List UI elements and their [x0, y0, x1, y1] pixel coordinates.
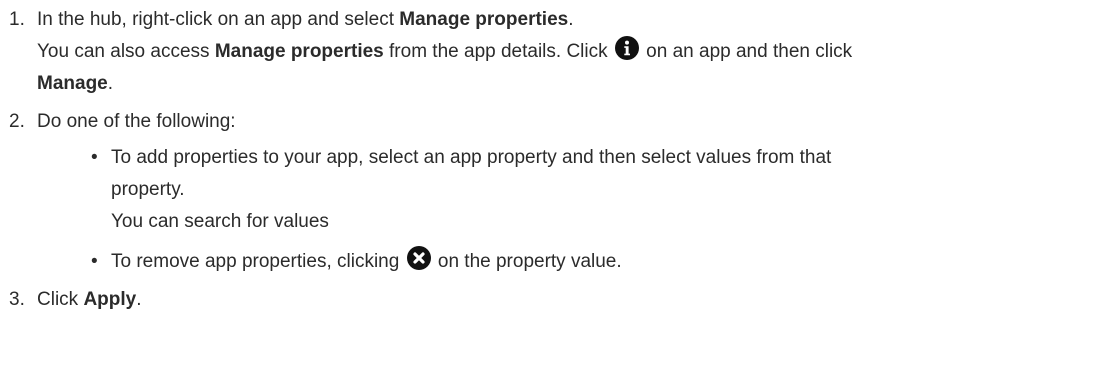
- manage-properties-term: Manage properties: [399, 9, 569, 30]
- instructions: 1. In the hub, right-click on an app and…: [0, 4, 1102, 316]
- step-3-line: Click Apply.: [37, 289, 142, 310]
- manage-term: Manage: [37, 73, 108, 94]
- remove-icon: [406, 246, 431, 270]
- step-3: 3. Click Apply.: [0, 284, 1102, 316]
- option-remove-properties: • To remove app properties, clicking on …: [73, 246, 1091, 278]
- step-1: 1. In the hub, right-click on an app and…: [0, 4, 1102, 100]
- bullet: •: [91, 251, 98, 272]
- info-icon: [614, 36, 639, 60]
- step-1-line-3: Manage.: [37, 73, 114, 94]
- option-add-properties: • To add properties to your app, select …: [73, 142, 1091, 238]
- steps-list: 1. In the hub, right-click on an app and…: [0, 4, 1102, 316]
- step-number: 2.: [9, 111, 25, 132]
- manage-properties-term: Manage properties: [214, 41, 384, 62]
- step-2-text: Do one of the following:: [37, 111, 236, 132]
- step-2: 2. Do one of the following: • To add pro…: [0, 106, 1102, 278]
- step-number: 3.: [9, 289, 25, 310]
- step-1-line-2: You can also access Manage properties fr…: [37, 36, 1102, 68]
- bullet: •: [91, 147, 98, 168]
- step-1-line-1: In the hub, right-click on an app and se…: [37, 9, 574, 30]
- options-list: • To add properties to your app, select …: [37, 142, 1102, 278]
- step-number: 1.: [9, 9, 25, 30]
- apply-term: Apply: [83, 289, 137, 310]
